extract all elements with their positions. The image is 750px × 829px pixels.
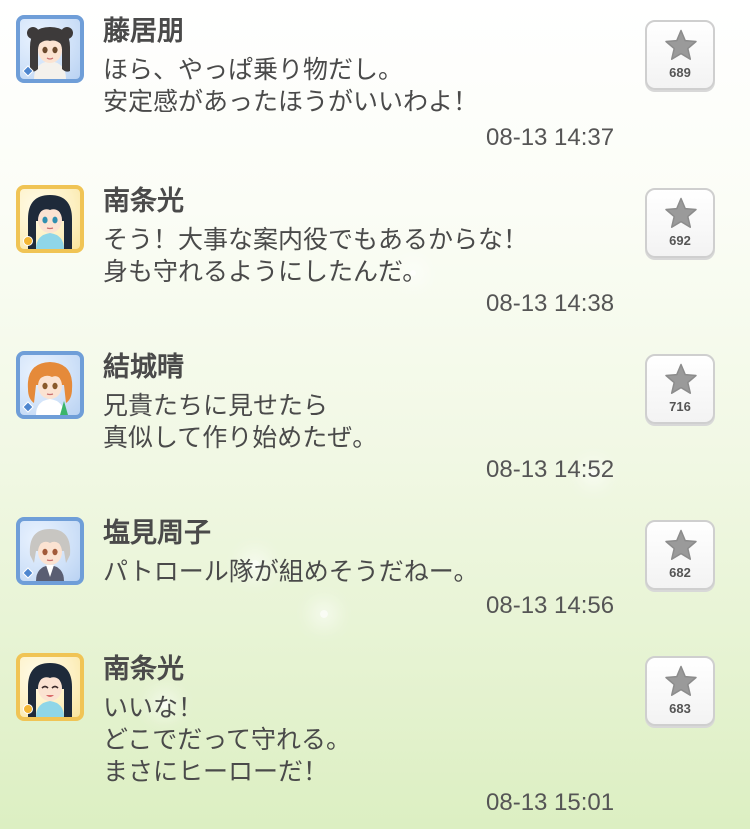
star-icon [665, 665, 697, 696]
comment-feed: 藤居朋 ほら、やっぱ乗り物だし。 安定感があったほうがいいわよ！ 08-13 1… [0, 0, 750, 829]
star-icon [665, 197, 697, 228]
like-button[interactable]: 683 [645, 656, 715, 726]
star-icon [665, 529, 697, 560]
passion-type-badge-icon [23, 704, 33, 714]
comment-line: ほら、やっぱ乗り物だし。 [103, 55, 404, 84]
comment-timestamp: 08-13 14:37 [486, 124, 615, 151]
commenter-name: 南条光 [103, 186, 184, 217]
like-button[interactable]: 689 [645, 20, 715, 90]
comment-line: どこでだって守れる。 [103, 725, 352, 754]
comment-text: そう！大事な案内役でもあるからな！ 身も守れるようにしたんだ。 [103, 224, 528, 288]
cool-type-badge-icon [22, 567, 34, 579]
comment-line: 真似して作り始めたぜ。 [103, 423, 378, 452]
comment-timestamp: 08-13 14:38 [486, 290, 615, 317]
like-button[interactable]: 716 [645, 354, 715, 424]
comment-line: 安定感があったほうがいいわよ！ [103, 87, 479, 116]
comment-line: いいな！ [103, 693, 204, 722]
commenter-name: 塩見周子 [103, 518, 211, 549]
comment-text: ほら、やっぱ乗り物だし。 安定感があったほうがいいわよ！ [103, 54, 478, 118]
character-avatar-icon[interactable] [16, 15, 84, 83]
passion-type-badge-icon [23, 236, 33, 246]
comment-timestamp: 08-13 14:56 [486, 592, 615, 619]
comment-text: 兄貴たちに見せたら 真似して作り始めたぜ。 [103, 390, 377, 454]
comment-line: まさにヒーローだ！ [103, 757, 329, 786]
comment-item: 塩見周子 パトロール隊が組めそうだねー。 08-13 14:56 682 [0, 502, 750, 638]
star-icon [665, 29, 697, 60]
cool-type-badge-icon [22, 401, 34, 413]
character-avatar-icon[interactable] [16, 351, 84, 419]
character-avatar-icon[interactable] [16, 517, 84, 585]
character-avatar-icon[interactable] [16, 185, 84, 253]
like-count: 692 [669, 233, 691, 248]
like-button[interactable]: 682 [645, 520, 715, 590]
comment-line: 身も守れるようにしたんだ。 [103, 257, 428, 286]
comment-text: いいな！ どこでだって守れる。 まさにヒーローだ！ [103, 692, 351, 788]
comment-timestamp: 08-13 15:01 [486, 789, 615, 816]
comment-item: 結城晴 兄貴たちに見せたら 真似して作り始めたぜ。 08-13 14:52 71… [0, 336, 750, 502]
character-avatar-icon[interactable] [16, 653, 84, 721]
like-button[interactable]: 692 [645, 188, 715, 258]
like-count: 682 [669, 565, 691, 580]
comment-text: パトロール隊が組めそうだねー。 [103, 556, 479, 588]
comment-line: そう！大事な案内役でもあるからな！ [103, 225, 529, 254]
comment-item: 南条光 そう！大事な案内役でもあるからな！ 身も守れるようにしたんだ。 08-1… [0, 170, 750, 336]
star-icon [665, 363, 697, 394]
commenter-name: 結城晴 [103, 352, 184, 383]
comment-item: 藤居朋 ほら、やっぱ乗り物だし。 安定感があったほうがいいわよ！ 08-13 1… [0, 0, 750, 166]
comment-line: 兄貴たちに見せたら [103, 391, 329, 420]
comment-timestamp: 08-13 14:52 [486, 456, 615, 483]
like-count: 683 [669, 701, 691, 716]
comment-line: パトロール隊が組めそうだねー。 [103, 557, 479, 586]
cool-type-badge-icon [22, 65, 34, 77]
like-count: 716 [669, 399, 691, 414]
commenter-name: 南条光 [103, 654, 184, 685]
like-count: 689 [669, 65, 691, 80]
comment-item: 南条光 いいな！ どこでだって守れる。 まさにヒーローだ！ 08-13 15:0… [0, 638, 750, 829]
commenter-name: 藤居朋 [103, 16, 184, 47]
